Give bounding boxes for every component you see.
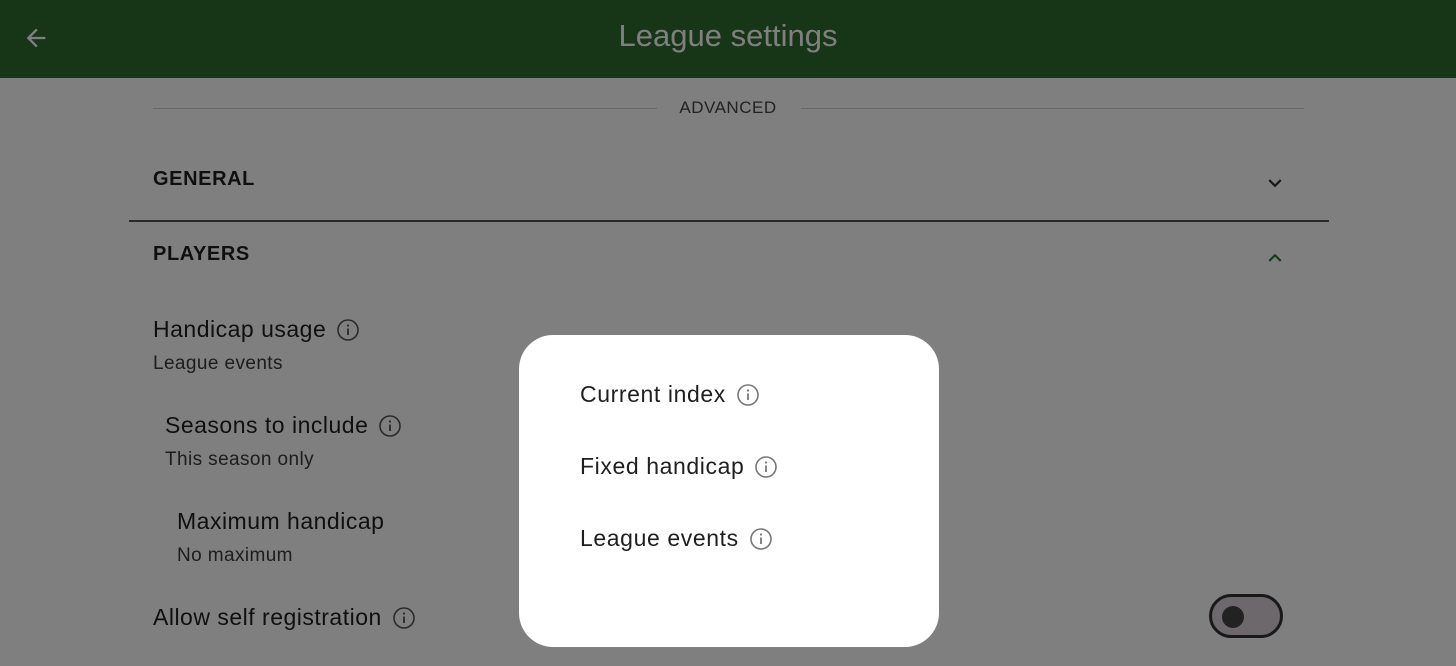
- info-icon[interactable]: [754, 455, 778, 479]
- info-icon[interactable]: [736, 383, 760, 407]
- option-league-events[interactable]: League events: [580, 525, 773, 552]
- handicap-usage-dialog: Current index Fixed handicap League even…: [519, 335, 939, 647]
- option-label: Current index: [580, 381, 726, 407]
- option-label: Fixed handicap: [580, 453, 745, 479]
- option-label: League events: [580, 525, 739, 551]
- option-fixed-handicap[interactable]: Fixed handicap: [580, 453, 778, 480]
- info-icon[interactable]: [749, 527, 773, 551]
- option-current-index[interactable]: Current index: [580, 381, 760, 408]
